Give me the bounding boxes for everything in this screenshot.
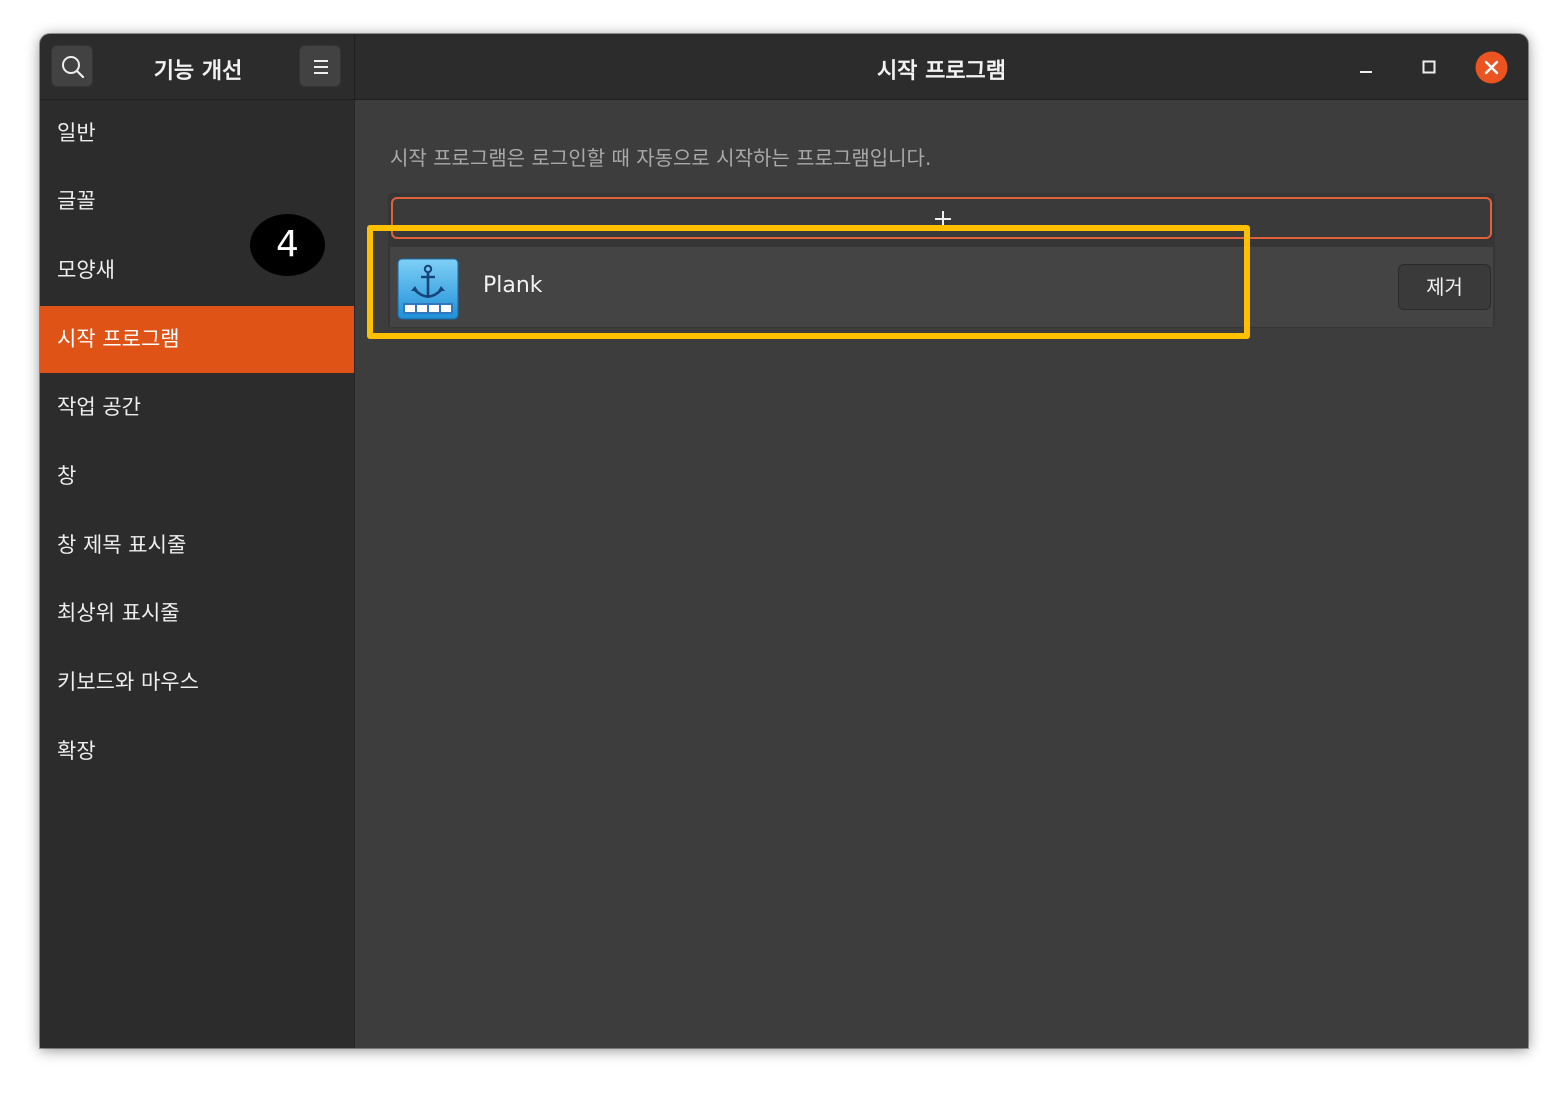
highlight-box — [367, 225, 1250, 339]
menu-button[interactable] — [299, 45, 341, 87]
sidebar-item-label: 작업 공간 — [57, 395, 141, 419]
close-button[interactable] — [1475, 51, 1508, 84]
sidebar-item-windows[interactable]: 창 — [40, 443, 354, 510]
sidebar-item-keyboard-mouse[interactable]: 키보드와 마우스 — [40, 649, 354, 716]
sidebar-item-extensions[interactable]: 확장 — [40, 718, 354, 785]
sidebar-item-label: 키보드와 마우스 — [57, 670, 199, 694]
sidebar-item-startup-applications[interactable]: 시작 프로그램 — [40, 306, 354, 373]
sidebar-item-label: 글꼴 — [57, 189, 96, 213]
sidebar-item-window-titlebars[interactable]: 창 제목 표시줄 — [40, 512, 354, 579]
sidebar-title: 기능 개선 — [153, 59, 243, 84]
maximize-button[interactable] — [1414, 52, 1444, 82]
maximize-icon — [1422, 60, 1436, 74]
sidebar-item-label: 확장 — [57, 739, 96, 763]
minimize-button[interactable] — [1351, 52, 1381, 82]
header-bar: 시작 프로그램 — [355, 34, 1528, 100]
sidebar-item-label: 일반 — [57, 121, 96, 145]
step-number-badge: 4 — [250, 214, 325, 276]
sidebar-item-label: 시작 프로그램 — [57, 327, 180, 351]
minimize-icon — [1360, 71, 1372, 73]
hamburger-menu-icon — [314, 60, 328, 74]
sidebar-item-top-bar[interactable]: 최상위 표시줄 — [40, 580, 354, 647]
sidebar-header: 기능 개선 — [40, 34, 355, 100]
sidebar-item-label: 모양새 — [57, 258, 115, 282]
sidebar-item-label: 창 제목 표시줄 — [57, 533, 187, 557]
startup-description: 시작 프로그램은 로그인할 때 자동으로 시작하는 프로그램입니다. — [390, 146, 932, 170]
search-button[interactable] — [51, 45, 93, 87]
sidebar-item-label: 최상위 표시줄 — [57, 601, 180, 625]
sidebar-item-workspaces[interactable]: 작업 공간 — [40, 374, 354, 441]
tweaks-window: 기능 개선 시작 프로그램 일반 글꼴 모양새 시작 프로그램 작업 공간 창 … — [40, 34, 1528, 1048]
remove-button[interactable]: 제거 — [1398, 264, 1491, 310]
sidebar-item-general[interactable]: 일반 — [40, 100, 354, 167]
search-icon — [62, 56, 85, 79]
close-icon — [1475, 51, 1508, 84]
sidebar-item-label: 창 — [57, 464, 77, 488]
